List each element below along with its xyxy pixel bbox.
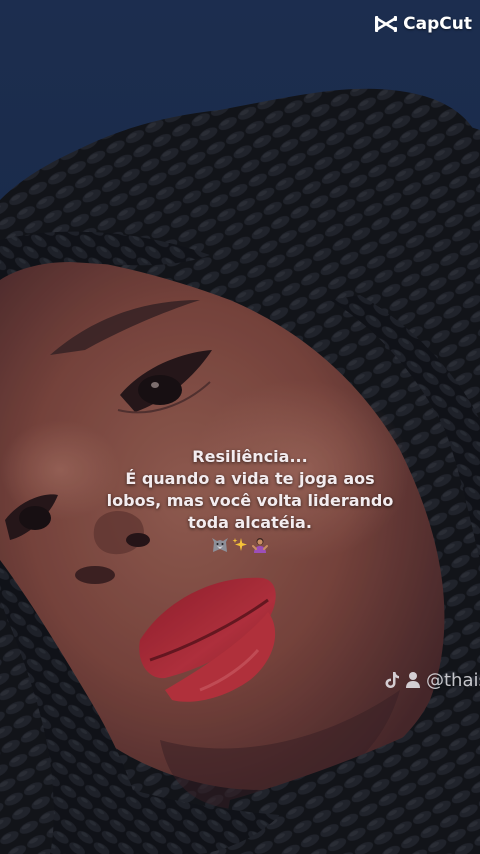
tiktok-handle: @thais: [426, 669, 480, 691]
caption-line-3: lobos, mas você volta liderando: [106, 491, 394, 510]
tiktok-icon: [384, 671, 400, 689]
woman-gesturing-icon: [251, 537, 269, 557]
capcut-watermark: CapCut: [374, 12, 472, 36]
caption-emoji-row: [200, 538, 280, 556]
wolf-icon: [211, 537, 229, 557]
sparkles-icon: [232, 537, 248, 557]
quote-caption: Resiliência... É quando a vida te joga a…: [100, 446, 400, 534]
caption-line-4: toda alcatéia.: [188, 513, 312, 532]
background-photo: [0, 0, 480, 854]
caption-line-1: Resiliência...: [192, 447, 308, 466]
caption-line-2: É quando a vida te joga aos: [125, 469, 375, 488]
tiktok-watermark: @thais: [384, 668, 480, 692]
capcut-brand-text: CapCut: [403, 14, 472, 34]
user-icon: [405, 671, 421, 689]
capcut-logo-icon: [374, 14, 398, 34]
